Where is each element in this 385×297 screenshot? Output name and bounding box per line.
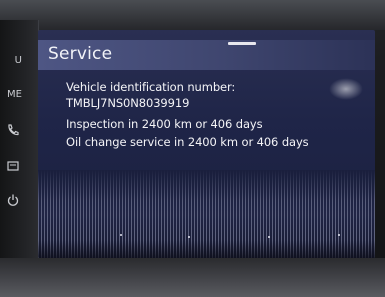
page-indicator-dot <box>188 236 190 238</box>
inspection-text: Inspection in 2400 km or 406 days <box>66 117 263 131</box>
vin-value: TMBLJ7NS0N8039919 <box>66 96 190 110</box>
left-bezel: U ME <box>0 20 39 275</box>
page-indicator-dot <box>268 236 270 238</box>
media-icon <box>7 161 19 171</box>
phone-icon <box>8 124 19 136</box>
vin-label: Vehicle identification number: <box>66 80 236 94</box>
dashboard-bottom-trim <box>0 258 385 297</box>
screen-glare <box>329 78 363 100</box>
bezel-button-nav-label: U <box>14 55 22 66</box>
dashboard-top-trim <box>0 0 385 30</box>
page-indicator-dot <box>338 234 340 236</box>
page-title: Service <box>48 44 113 64</box>
page-indicator-dot <box>120 234 122 236</box>
infotainment-screen: Service Vehicle identification number: T… <box>38 30 375 258</box>
title-bar: Service <box>38 40 375 70</box>
screen-moire-fade <box>38 170 375 258</box>
oil-change-text: Oil change service in 2400 km or 406 day… <box>66 135 309 149</box>
bezel-button-power[interactable] <box>0 188 26 214</box>
bezel-button-phone[interactable] <box>0 118 26 144</box>
bezel-button-media[interactable] <box>0 154 26 180</box>
title-bar-indicator <box>228 42 256 45</box>
bezel-button-menu[interactable]: ME <box>0 82 26 108</box>
power-icon <box>7 194 19 206</box>
bezel-button-menu-label: ME <box>7 89 22 100</box>
bezel-button-nav[interactable]: U <box>0 48 26 74</box>
